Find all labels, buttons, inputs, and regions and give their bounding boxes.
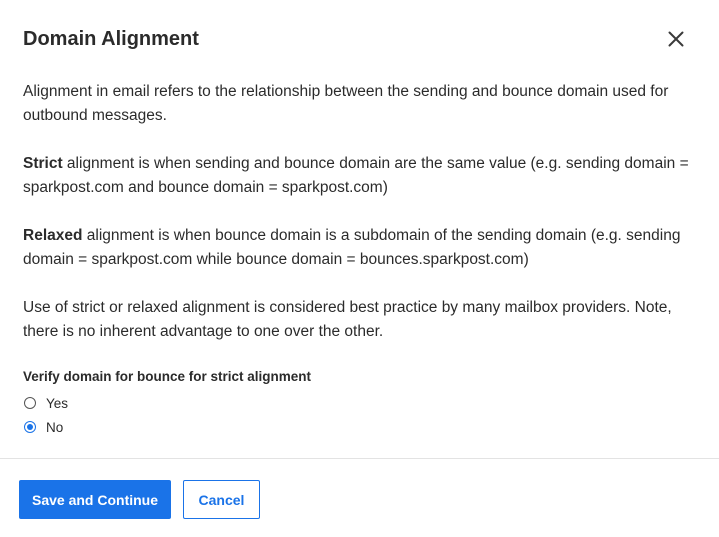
close-button[interactable] xyxy=(664,27,688,51)
strict-description: alignment is when sending and bounce dom… xyxy=(23,155,689,196)
verify-domain-radio-group: Verify domain for bounce for strict alig… xyxy=(23,368,311,439)
relaxed-paragraph: Relaxed alignment is when bounce domain … xyxy=(23,224,693,272)
radio-yes-button[interactable] xyxy=(24,397,36,409)
radio-option-yes[interactable]: Yes xyxy=(23,391,311,415)
radio-option-no[interactable]: No xyxy=(23,415,311,439)
intro-paragraph: Alignment in email refers to the relatio… xyxy=(23,83,669,124)
dialog-body: Alignment in email refers to the relatio… xyxy=(23,80,693,368)
relaxed-description: alignment is when bounce domain is a sub… xyxy=(23,227,681,268)
cancel-button[interactable]: Cancel xyxy=(183,480,260,519)
dialog-title: Domain Alignment xyxy=(23,28,199,50)
strict-paragraph: Strict alignment is when sending and bou… xyxy=(23,152,693,200)
radio-no-label[interactable]: No xyxy=(46,420,63,435)
domain-alignment-dialog: Domain Alignment Alignment in email refe… xyxy=(0,0,719,537)
dialog-header: Domain Alignment xyxy=(23,26,699,56)
radio-yes-label[interactable]: Yes xyxy=(46,396,68,411)
footer-divider xyxy=(0,458,719,459)
save-and-continue-button[interactable]: Save and Continue xyxy=(19,480,171,519)
strict-term: Strict xyxy=(23,155,63,172)
verify-domain-legend: Verify domain for bounce for strict alig… xyxy=(23,369,312,384)
close-icon xyxy=(664,27,688,51)
practice-paragraph: Use of strict or relaxed alignment is co… xyxy=(23,299,672,340)
radio-no-button[interactable] xyxy=(24,421,36,433)
relaxed-term: Relaxed xyxy=(23,227,83,244)
